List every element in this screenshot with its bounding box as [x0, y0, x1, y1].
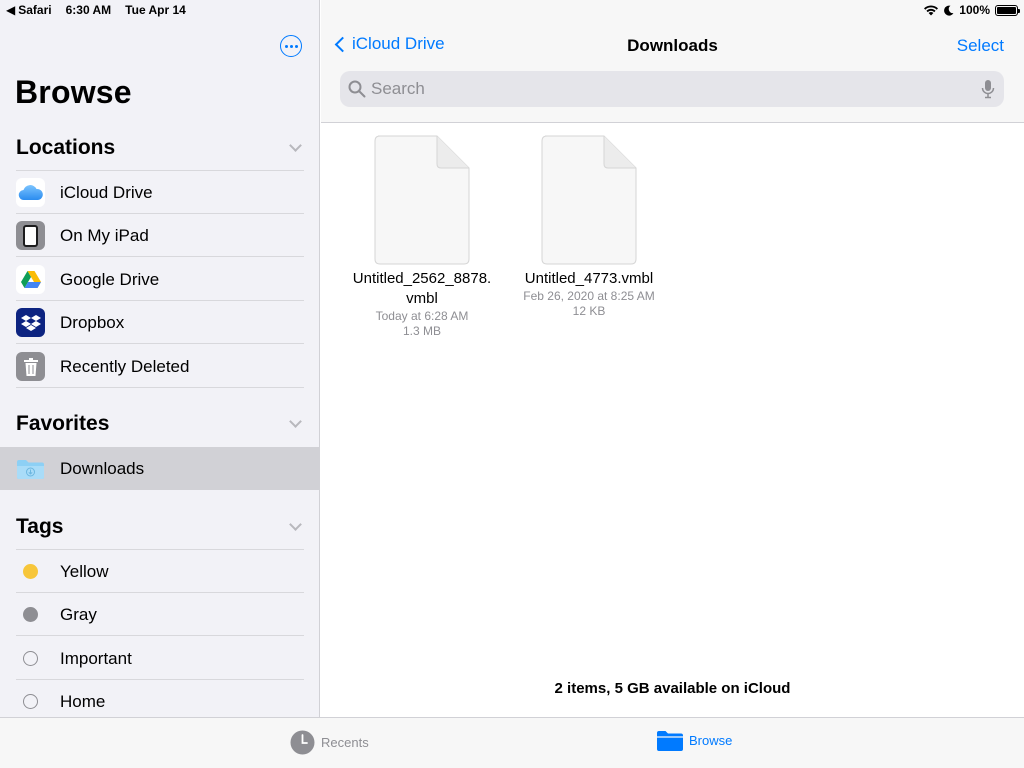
- sidebar-item-label: Google Drive: [60, 269, 160, 289]
- tag-label: Important: [60, 648, 132, 668]
- tag-label: Gray: [60, 604, 97, 624]
- locations-section-header[interactable]: Locations: [16, 133, 304, 163]
- favorites-heading: Favorites: [16, 412, 110, 435]
- sidebar-item-label: Dropbox: [60, 312, 125, 332]
- sidebar-item-label: iCloud Drive: [60, 182, 153, 202]
- sidebar-tag-important[interactable]: Important: [0, 637, 319, 680]
- file-name: Untitled_2562_8878. vmbl: [352, 270, 492, 307]
- file-name: Untitled_4773.vmbl: [524, 270, 654, 287]
- main-content: iCloud Drive Downloads Select Search Unt…: [321, 0, 1024, 717]
- tab-label: Browse: [689, 733, 733, 748]
- document-icon: [374, 135, 470, 265]
- file-item[interactable]: Untitled_2562_8878. vmbl Today at 6:28 A…: [332, 135, 512, 339]
- sidebar-item-downloads[interactable]: Downloads: [0, 447, 319, 490]
- sidebar-tag-home[interactable]: Home: [0, 680, 319, 717]
- file-date: Today at 6:28 AM: [375, 309, 469, 323]
- empty-tag-circle-icon: [16, 687, 45, 716]
- downloads-folder-icon: [16, 454, 45, 483]
- chevron-down-icon: [289, 139, 302, 152]
- sidebar-tag-gray[interactable]: Gray: [0, 593, 319, 636]
- search-input[interactable]: Search: [340, 71, 1004, 107]
- search-icon: [348, 80, 366, 98]
- status-time: 6:30 AM: [65, 3, 112, 17]
- file-date: Feb 26, 2020 at 8:25 AM: [523, 289, 655, 303]
- dropbox-icon: [16, 308, 45, 337]
- storage-summary: 2 items, 5 GB available on iCloud: [554, 680, 791, 697]
- back-app-label: Safari: [18, 3, 52, 17]
- sidebar-item-label: On My iPad: [60, 225, 149, 245]
- tag-label: Yellow: [60, 561, 109, 581]
- favorites-section-header[interactable]: Favorites: [16, 409, 304, 439]
- select-button[interactable]: Select: [957, 36, 1004, 56]
- search-placeholder: Search: [371, 79, 425, 98]
- file-size: 12 KB: [572, 304, 606, 318]
- sidebar-item-label: Recently Deleted: [60, 356, 190, 376]
- tags-heading: Tags: [16, 515, 64, 538]
- clock-icon: [290, 730, 315, 755]
- file-item[interactable]: Untitled_4773.vmbl Feb 26, 2020 at 8:25 …: [499, 135, 679, 319]
- battery-icon: [995, 4, 1020, 16]
- trash-icon: [16, 352, 45, 381]
- wifi-icon: [924, 5, 939, 16]
- chevron-down-icon: [289, 518, 302, 531]
- icloud-icon: [16, 178, 45, 207]
- sidebar: Browse Locations iCloud Drive On My iPad: [0, 0, 320, 717]
- ipad-icon: [16, 221, 45, 250]
- tags-section-header[interactable]: Tags: [16, 512, 304, 542]
- sidebar-item-dropbox[interactable]: Dropbox: [0, 301, 319, 344]
- locations-heading: Locations: [16, 136, 116, 159]
- microphone-icon[interactable]: [980, 79, 996, 99]
- status-date: Tue Apr 14: [125, 3, 186, 17]
- tab-recents[interactable]: Recents: [290, 730, 369, 755]
- empty-tag-circle-icon: [16, 644, 45, 673]
- document-icon: [541, 135, 637, 265]
- sidebar-tag-yellow[interactable]: Yellow: [0, 550, 319, 593]
- sidebar-item-label: Downloads: [60, 458, 145, 478]
- status-bar: ◀ Safari 6:30 AM Tue Apr 14 100%: [0, 0, 1024, 20]
- moon-icon: [944, 5, 954, 16]
- back-to-app-link[interactable]: ◀ Safari: [6, 3, 52, 17]
- more-options-button[interactable]: [280, 35, 302, 57]
- chevron-down-icon: [289, 415, 302, 428]
- yellow-tag-dot-icon: [16, 557, 45, 586]
- page-title: Downloads: [627, 36, 718, 55]
- gray-tag-dot-icon: [16, 600, 45, 629]
- tab-bar: Recents Browse: [0, 717, 1024, 768]
- tag-label: Home: [60, 691, 106, 711]
- tab-browse[interactable]: Browse: [657, 730, 732, 751]
- sidebar-item-google-drive[interactable]: Google Drive: [0, 258, 319, 301]
- folder-icon: [657, 731, 683, 751]
- tab-label: Recents: [321, 735, 369, 750]
- google-drive-icon: [16, 265, 45, 294]
- sidebar-item-on-my-ipad[interactable]: On My iPad: [0, 214, 319, 257]
- sidebar-item-recently-deleted[interactable]: Recently Deleted: [0, 345, 319, 388]
- battery-percent: 100%: [959, 3, 990, 17]
- sidebar-item-icloud-drive[interactable]: iCloud Drive: [0, 171, 319, 214]
- sidebar-title: Browse: [15, 74, 132, 110]
- back-triangle-icon: ◀: [6, 3, 16, 17]
- file-size: 1.3 MB: [402, 324, 441, 338]
